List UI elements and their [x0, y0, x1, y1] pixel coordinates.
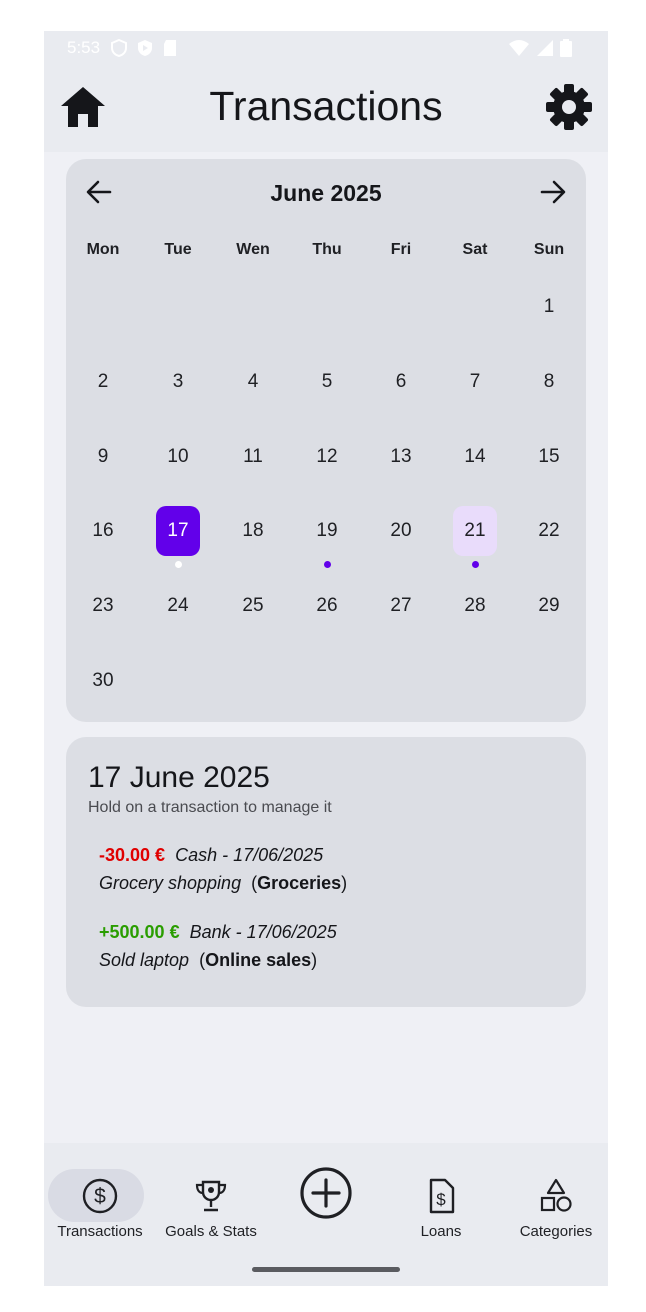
- status-icons-right: [508, 39, 572, 57]
- weekday-label: Tue: [164, 241, 192, 258]
- calendar-day[interactable]: 16: [81, 506, 125, 556]
- calendar-day[interactable]: 12: [305, 432, 349, 482]
- nav-label: Categories: [519, 1223, 593, 1240]
- transaction-dot: [323, 561, 331, 568]
- shapes-icon: [540, 1178, 572, 1212]
- calendar-day[interactable]: 22: [527, 506, 571, 556]
- calendar-day[interactable]: 14: [453, 432, 497, 482]
- transaction-description: Grocery shopping: [99, 873, 242, 893]
- status-icons-left: [110, 39, 178, 57]
- weekday-label: Fri: [390, 241, 412, 258]
- bottom-navigation: $ Transactions Goals & Stats $ Loans Cat…: [44, 1143, 608, 1286]
- settings-button[interactable]: [544, 82, 594, 132]
- calendar-day[interactable]: 28: [453, 581, 497, 631]
- calendar-day[interactable]: 19: [305, 506, 349, 556]
- calendar-day[interactable]: 29: [527, 581, 571, 631]
- weekday-label: Mon: [86, 241, 120, 258]
- nav-label: Transactions: [57, 1223, 143, 1240]
- weekday-label: Sat: [462, 241, 488, 258]
- sd-card-icon: [164, 40, 176, 56]
- invoice-icon: $: [429, 1178, 455, 1214]
- weekday-row: Mon Tue Wen Thu Fri Sat Sun: [66, 241, 586, 261]
- calendar-day[interactable]: 23: [81, 581, 125, 631]
- arrow-right-icon: [540, 180, 566, 204]
- transaction-line-2: Grocery shopping (Groceries): [99, 873, 348, 893]
- svg-text:$: $: [94, 1185, 106, 1208]
- add-transaction-button[interactable]: [298, 1165, 354, 1221]
- calendar-day[interactable]: 4: [231, 357, 275, 407]
- calendar-day[interactable]: 7: [453, 357, 497, 407]
- calendar-day[interactable]: 21: [453, 506, 497, 556]
- battery-icon: [560, 39, 572, 57]
- transaction-item[interactable]: -30.00 € Cash - 17/06/2025 Grocery shopp…: [99, 841, 347, 897]
- calendar-day[interactable]: 26: [305, 581, 349, 631]
- calendar-day[interactable]: 1: [527, 282, 571, 332]
- detail-date: 17 June 2025: [88, 761, 270, 794]
- weekday-label: Wen: [236, 241, 270, 258]
- transaction-amount: -30.00 €: [99, 845, 166, 865]
- add-circle-icon: [300, 1167, 352, 1219]
- calendar-day[interactable]: 27: [379, 581, 423, 631]
- calendar-day[interactable]: 20: [379, 506, 423, 556]
- calendar-card: June 2025 Mon Tue Wen Thu Fri Sat Sun 12…: [66, 159, 586, 722]
- next-month-button[interactable]: [538, 177, 568, 207]
- shield-icon: [111, 39, 127, 57]
- signal-icon: [537, 40, 553, 56]
- transaction-line-1: -30.00 € Cash - 17/06/2025: [99, 841, 347, 869]
- calendar-day[interactable]: 2: [81, 357, 125, 407]
- detail-hint: Hold on a transaction to manage it: [88, 799, 332, 816]
- phone-screen: 5:53 Transactions June 2025 Mon Tue Wen …: [44, 31, 608, 1286]
- calendar-day[interactable]: 3: [156, 357, 200, 407]
- transaction-item[interactable]: +500.00 € Bank - 17/06/2025 Sold laptop …: [99, 918, 337, 974]
- calendar-day[interactable]: 8: [527, 357, 571, 407]
- month-label: June 2025: [270, 180, 382, 206]
- calendar-day[interactable]: 6: [379, 357, 423, 407]
- nav-item-transactions[interactable]: $ Transactions: [44, 1157, 156, 1240]
- calendar-day[interactable]: 18: [231, 506, 275, 556]
- nav-item-categories[interactable]: Categories: [500, 1157, 608, 1240]
- calendar-day[interactable]: 15: [527, 432, 571, 482]
- calendar-day[interactable]: 17: [156, 506, 200, 556]
- calendar-day[interactable]: 11: [231, 432, 275, 482]
- weekday-label: Thu: [312, 241, 342, 258]
- transaction-category: Online sales: [205, 950, 312, 970]
- calendar-day[interactable]: 5: [305, 357, 349, 407]
- app-bar: Transactions: [44, 65, 608, 152]
- dollar-circle-icon: $: [82, 1178, 118, 1214]
- calendar-day[interactable]: 10: [156, 432, 200, 482]
- status-time: 5:53: [67, 38, 101, 57]
- page-title: Transactions: [209, 83, 443, 129]
- transaction-meta: Cash - 17/06/2025: [175, 845, 324, 865]
- wifi-icon: [509, 40, 529, 56]
- calendar-day[interactable]: 9: [81, 432, 125, 482]
- calendar-day[interactable]: 13: [379, 432, 423, 482]
- weekday-label: Sun: [533, 241, 565, 258]
- day-detail-card: 17 June 2025 Hold on a transaction to ma…: [66, 737, 586, 1007]
- transaction-description: Sold laptop: [99, 950, 190, 970]
- play-protect-icon: [138, 40, 152, 56]
- status-bar: 5:53: [44, 31, 608, 65]
- calendar-day[interactable]: 30: [81, 656, 125, 706]
- transaction-line-1: +500.00 € Bank - 17/06/2025: [99, 918, 337, 946]
- svg-text:$: $: [436, 1190, 446, 1209]
- transaction-dot: [174, 561, 182, 568]
- nav-item-loans[interactable]: $ Loans: [385, 1157, 497, 1240]
- calendar-day[interactable]: 25: [231, 581, 275, 631]
- nav-label: Goals & Stats: [165, 1223, 257, 1240]
- nav-item-goals-stats[interactable]: Goals & Stats: [155, 1157, 267, 1240]
- transaction-category: Groceries: [257, 873, 342, 893]
- transaction-meta: Bank - 17/06/2025: [189, 922, 337, 942]
- transaction-dot: [471, 561, 479, 568]
- trophy-icon: [195, 1180, 227, 1212]
- gear-icon: [546, 84, 592, 130]
- calendar-day[interactable]: 24: [156, 581, 200, 631]
- transaction-amount: +500.00 €: [99, 922, 180, 942]
- gesture-bar[interactable]: [252, 1267, 400, 1272]
- nav-label: Loans: [420, 1223, 462, 1240]
- transaction-line-2: Sold laptop (Online sales): [99, 950, 318, 970]
- calendar-header: June 2025: [66, 177, 586, 207]
